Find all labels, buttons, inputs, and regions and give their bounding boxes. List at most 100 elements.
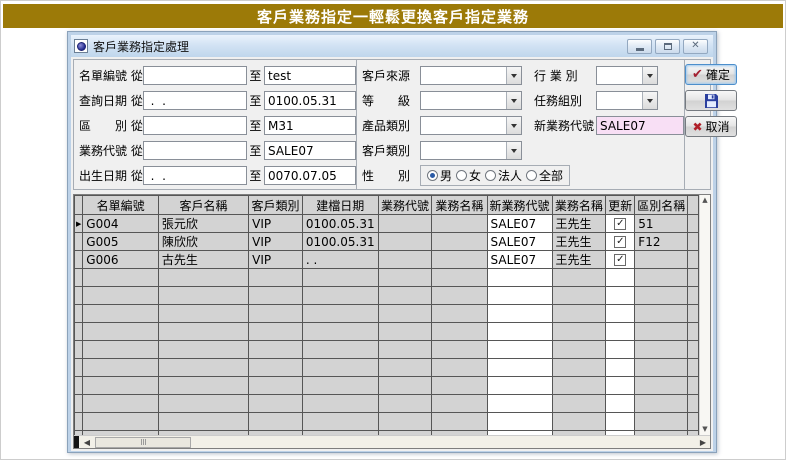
grid-cell[interactable] [432, 251, 487, 269]
grid-cell[interactable] [432, 413, 487, 431]
range-to-input[interactable] [264, 116, 356, 135]
grid-cell[interactable] [249, 269, 303, 287]
customer-source-select[interactable] [420, 66, 522, 85]
column-header[interactable]: 區別名稱 [635, 196, 688, 215]
range-to-input[interactable] [264, 141, 356, 160]
column-header[interactable]: 新業務代號 [487, 196, 552, 215]
grid-cell[interactable]: G006 [83, 251, 159, 269]
grid-cell[interactable] [302, 287, 378, 305]
scroll-up-icon[interactable]: ▲ [702, 197, 707, 204]
grid-cell[interactable]: 王先生 [552, 215, 606, 233]
grid-cell[interactable] [83, 269, 159, 287]
scroll-down-icon[interactable]: ▼ [702, 426, 707, 433]
grid-cell[interactable] [158, 269, 248, 287]
grid-cell[interactable] [432, 323, 487, 341]
grid-cell[interactable] [487, 269, 552, 287]
grid-cell[interactable] [432, 341, 487, 359]
grid-cell-update[interactable] [606, 323, 635, 341]
grid-cell[interactable] [249, 305, 303, 323]
grid-cell[interactable] [249, 359, 303, 377]
grid-cell[interactable] [249, 377, 303, 395]
grid-cell[interactable] [378, 233, 432, 251]
grid-cell[interactable] [249, 413, 303, 431]
grid-cell[interactable]: 51 [635, 215, 688, 233]
grid-cell[interactable]: F12 [635, 233, 688, 251]
grid-cell[interactable] [378, 377, 432, 395]
grid-cell[interactable] [302, 377, 378, 395]
grid-cell-update[interactable]: ✓ [606, 233, 635, 251]
grid-cell[interactable] [83, 323, 159, 341]
grid-cell[interactable]: 張元欣 [158, 215, 248, 233]
update-checkbox[interactable]: ✓ [614, 254, 626, 266]
grid-cell[interactable] [635, 305, 688, 323]
grid-cell[interactable]: VIP [249, 215, 303, 233]
radio-icon[interactable] [427, 170, 438, 181]
gender-option-法人[interactable]: 法人 [485, 167, 522, 184]
range-from-input[interactable] [143, 91, 247, 110]
grid-cell[interactable] [158, 413, 248, 431]
grid-cell[interactable]: SALE07 [487, 215, 552, 233]
grid-cell[interactable] [552, 287, 606, 305]
grid-cell[interactable] [249, 287, 303, 305]
horizontal-scroll-thumb[interactable] [95, 437, 191, 448]
range-to-input[interactable] [264, 66, 356, 85]
grid-cell[interactable]: G004 [83, 215, 159, 233]
grid-cell[interactable] [158, 287, 248, 305]
grid-cell[interactable] [552, 341, 606, 359]
grid-cell[interactable]: . . [302, 251, 378, 269]
grid-cell[interactable] [487, 305, 552, 323]
horizontal-scrollbar[interactable]: ◀ ▶ [74, 435, 710, 448]
chevron-down-icon[interactable] [506, 92, 521, 109]
grid-cell[interactable] [158, 359, 248, 377]
grid-cell-update[interactable]: ✓ [606, 251, 635, 269]
grid-cell[interactable]: G005 [83, 233, 159, 251]
grid-cell[interactable]: 0100.05.31 [302, 215, 378, 233]
column-header[interactable]: 更新 [606, 196, 635, 215]
grid-cell-update[interactable] [606, 413, 635, 431]
scroll-left-icon[interactable]: ◀ [79, 437, 95, 448]
grid-cell[interactable] [158, 341, 248, 359]
grid-cell[interactable] [378, 215, 432, 233]
grid-cell-update[interactable] [606, 395, 635, 413]
grid-cell[interactable] [302, 395, 378, 413]
grid-cell[interactable] [302, 305, 378, 323]
grid-cell[interactable] [249, 395, 303, 413]
grid-cell[interactable] [487, 359, 552, 377]
gender-option-男[interactable]: 男 [427, 167, 452, 184]
grid-cell[interactable] [378, 341, 432, 359]
minimize-button[interactable] [627, 39, 652, 54]
column-header[interactable]: 業務名稱 [432, 196, 487, 215]
grid-cell[interactable] [83, 395, 159, 413]
grid-cell[interactable] [432, 359, 487, 377]
grid-cell[interactable] [552, 269, 606, 287]
range-to-input[interactable] [264, 166, 356, 185]
grid-cell[interactable] [302, 269, 378, 287]
radio-icon[interactable] [526, 170, 537, 181]
grid-cell[interactable]: VIP [249, 233, 303, 251]
scroll-right-icon[interactable]: ▶ [696, 437, 710, 448]
grid-cell-update[interactable] [606, 377, 635, 395]
grid-cell[interactable] [552, 395, 606, 413]
column-header[interactable]: 客戶類別 [249, 196, 303, 215]
column-header[interactable]: 業務名稱 [552, 196, 606, 215]
grid-cell[interactable] [249, 323, 303, 341]
grid-cell[interactable] [432, 269, 487, 287]
grid-cell-update[interactable]: ✓ [606, 215, 635, 233]
maximize-button[interactable] [655, 39, 680, 54]
grid-cell[interactable]: 古先生 [158, 251, 248, 269]
customer-type-select[interactable] [420, 141, 522, 160]
chevron-down-icon[interactable] [642, 67, 657, 84]
grid-cell[interactable] [635, 323, 688, 341]
confirm-button[interactable]: ✔ 確定 [685, 64, 737, 85]
grid-cell[interactable] [378, 359, 432, 377]
chevron-down-icon[interactable] [506, 142, 521, 159]
range-from-input[interactable] [143, 116, 247, 135]
grid-cell[interactable] [158, 305, 248, 323]
grid-cell[interactable] [83, 413, 159, 431]
grade-select[interactable] [420, 91, 522, 110]
grid-cell[interactable] [487, 287, 552, 305]
chevron-down-icon[interactable] [642, 92, 657, 109]
grid-cell[interactable]: 王先生 [552, 251, 606, 269]
grid-cell[interactable] [378, 269, 432, 287]
column-header[interactable]: 名單編號 [83, 196, 159, 215]
